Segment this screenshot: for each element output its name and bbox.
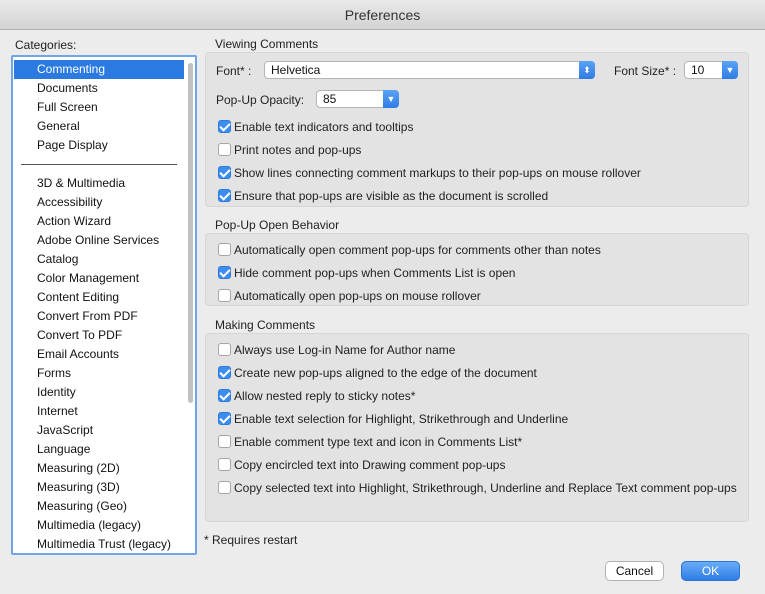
checkbox-label: Automatically open comment pop-ups for c… — [234, 243, 601, 257]
category-item[interactable]: Adobe Online Services — [14, 231, 184, 250]
checkbox-label: Allow nested reply to sticky notes* — [234, 389, 416, 403]
opacity-label: Pop-Up Opacity: — [216, 93, 305, 107]
checkbox-label: Enable comment type text and icon in Com… — [234, 435, 523, 449]
category-item[interactable]: Color Management — [14, 269, 184, 288]
category-item[interactable]: Page Display — [14, 136, 184, 155]
checkbox-label: Always use Log-in Name for Author name — [234, 343, 456, 357]
category-item[interactable]: Action Wizard — [14, 212, 184, 231]
chevron-down-icon: ▼ — [383, 90, 399, 108]
category-item[interactable]: Commenting — [14, 60, 184, 79]
chevron-down-icon: ▼ — [722, 61, 738, 79]
categories-label: Categories: — [15, 38, 77, 52]
category-item[interactable]: Forms — [14, 364, 184, 383]
checkbox-label: Show lines connecting comment markups to… — [234, 166, 641, 180]
opacity-select[interactable]: 85 ▼ — [316, 90, 399, 108]
font-size-value: 10 — [691, 63, 705, 77]
checkbox-label: Ensure that pop-ups are visible as the d… — [234, 189, 549, 203]
categories-list[interactable]: Commenting Documents Full Screen General Pag… — [11, 55, 197, 555]
checkbox-label: Hide comment pop-ups when Comments List … — [234, 266, 516, 280]
checkbox-checked[interactable] — [218, 120, 231, 133]
category-item[interactable]: Documents — [14, 79, 184, 98]
category-item[interactable]: JavaScript — [14, 421, 184, 440]
preferences-window: Preferences Categories: Commenting Docume… — [0, 0, 765, 594]
checkbox-unchecked[interactable] — [218, 143, 231, 156]
category-item[interactable]: General — [14, 117, 184, 136]
category-item[interactable]: Full Screen — [14, 98, 184, 117]
opacity-value: 85 — [323, 92, 337, 106]
checkbox-checked[interactable] — [218, 366, 231, 379]
font-value: Helvetica — [271, 63, 321, 77]
popup-behavior-title: Pop-Up Open Behavior — [215, 218, 340, 232]
checkbox-checked[interactable] — [218, 166, 231, 179]
checkbox-unchecked[interactable] — [218, 458, 231, 471]
category-item[interactable]: Convert To PDF — [14, 326, 184, 345]
checkbox-label: Automatically open pop-ups on mouse roll… — [234, 289, 481, 303]
category-item[interactable]: Multimedia (legacy) — [14, 516, 184, 535]
making-comments-title: Making Comments — [215, 318, 316, 332]
category-item[interactable]: Internet — [14, 402, 184, 421]
font-size-label: Font Size* : — [614, 64, 677, 78]
category-item[interactable]: Measuring (2D) — [14, 459, 184, 478]
window-title: Preferences — [344, 7, 421, 23]
category-item[interactable]: Measuring (3D) — [14, 478, 184, 497]
checkbox-label: Copy selected text into Highlight, Strik… — [234, 481, 737, 495]
font-label: Font* : — [216, 64, 252, 78]
category-item[interactable]: 3D & Multimedia — [14, 174, 184, 193]
checkbox-label: Create new pop-ups aligned to the edge o… — [234, 366, 537, 380]
category-separator — [21, 164, 177, 165]
checkbox-checked[interactable] — [218, 189, 231, 202]
checkbox-unchecked[interactable] — [218, 481, 231, 494]
checkbox-unchecked[interactable] — [218, 243, 231, 256]
updown-arrows-icon: ⬍ — [579, 61, 595, 79]
checkbox-checked[interactable] — [218, 266, 231, 279]
category-item[interactable]: Identity — [14, 383, 184, 402]
font-size-select[interactable]: 10 ▼ — [684, 61, 738, 79]
category-item[interactable]: Catalog — [14, 250, 184, 269]
cancel-button[interactable]: Cancel — [605, 561, 664, 581]
checkbox-checked[interactable] — [218, 412, 231, 425]
checkbox-label: Print notes and pop-ups — [234, 143, 362, 157]
checkbox-label: Enable text indicators and tooltips — [234, 120, 414, 134]
category-item[interactable]: Multimedia Trust (legacy) — [14, 535, 184, 553]
category-item[interactable]: Measuring (Geo) — [14, 497, 184, 516]
viewing-comments-title: Viewing Comments — [215, 37, 319, 51]
title-bar[interactable]: Preferences — [0, 0, 765, 30]
checkbox-unchecked[interactable] — [218, 435, 231, 448]
category-item[interactable]: Convert From PDF — [14, 307, 184, 326]
checkbox-label: Enable text selection for Highlight, Str… — [234, 412, 569, 426]
category-item[interactable]: Accessibility — [14, 193, 184, 212]
scroll-thumb[interactable] — [188, 63, 193, 403]
font-select[interactable]: Helvetica ⬍ — [264, 61, 595, 79]
requires-restart-note: * Requires restart — [204, 533, 298, 547]
checkbox-unchecked[interactable] — [218, 343, 231, 356]
ok-button[interactable]: OK — [681, 561, 740, 581]
checkbox-checked[interactable] — [218, 389, 231, 402]
category-item[interactable]: Email Accounts — [14, 345, 184, 364]
checkbox-unchecked[interactable] — [218, 289, 231, 302]
categories-scrollbar[interactable] — [187, 59, 195, 551]
category-item[interactable]: Content Editing — [14, 288, 184, 307]
category-item[interactable]: Language — [14, 440, 184, 459]
checkbox-label: Copy encircled text into Drawing comment… — [234, 458, 506, 472]
